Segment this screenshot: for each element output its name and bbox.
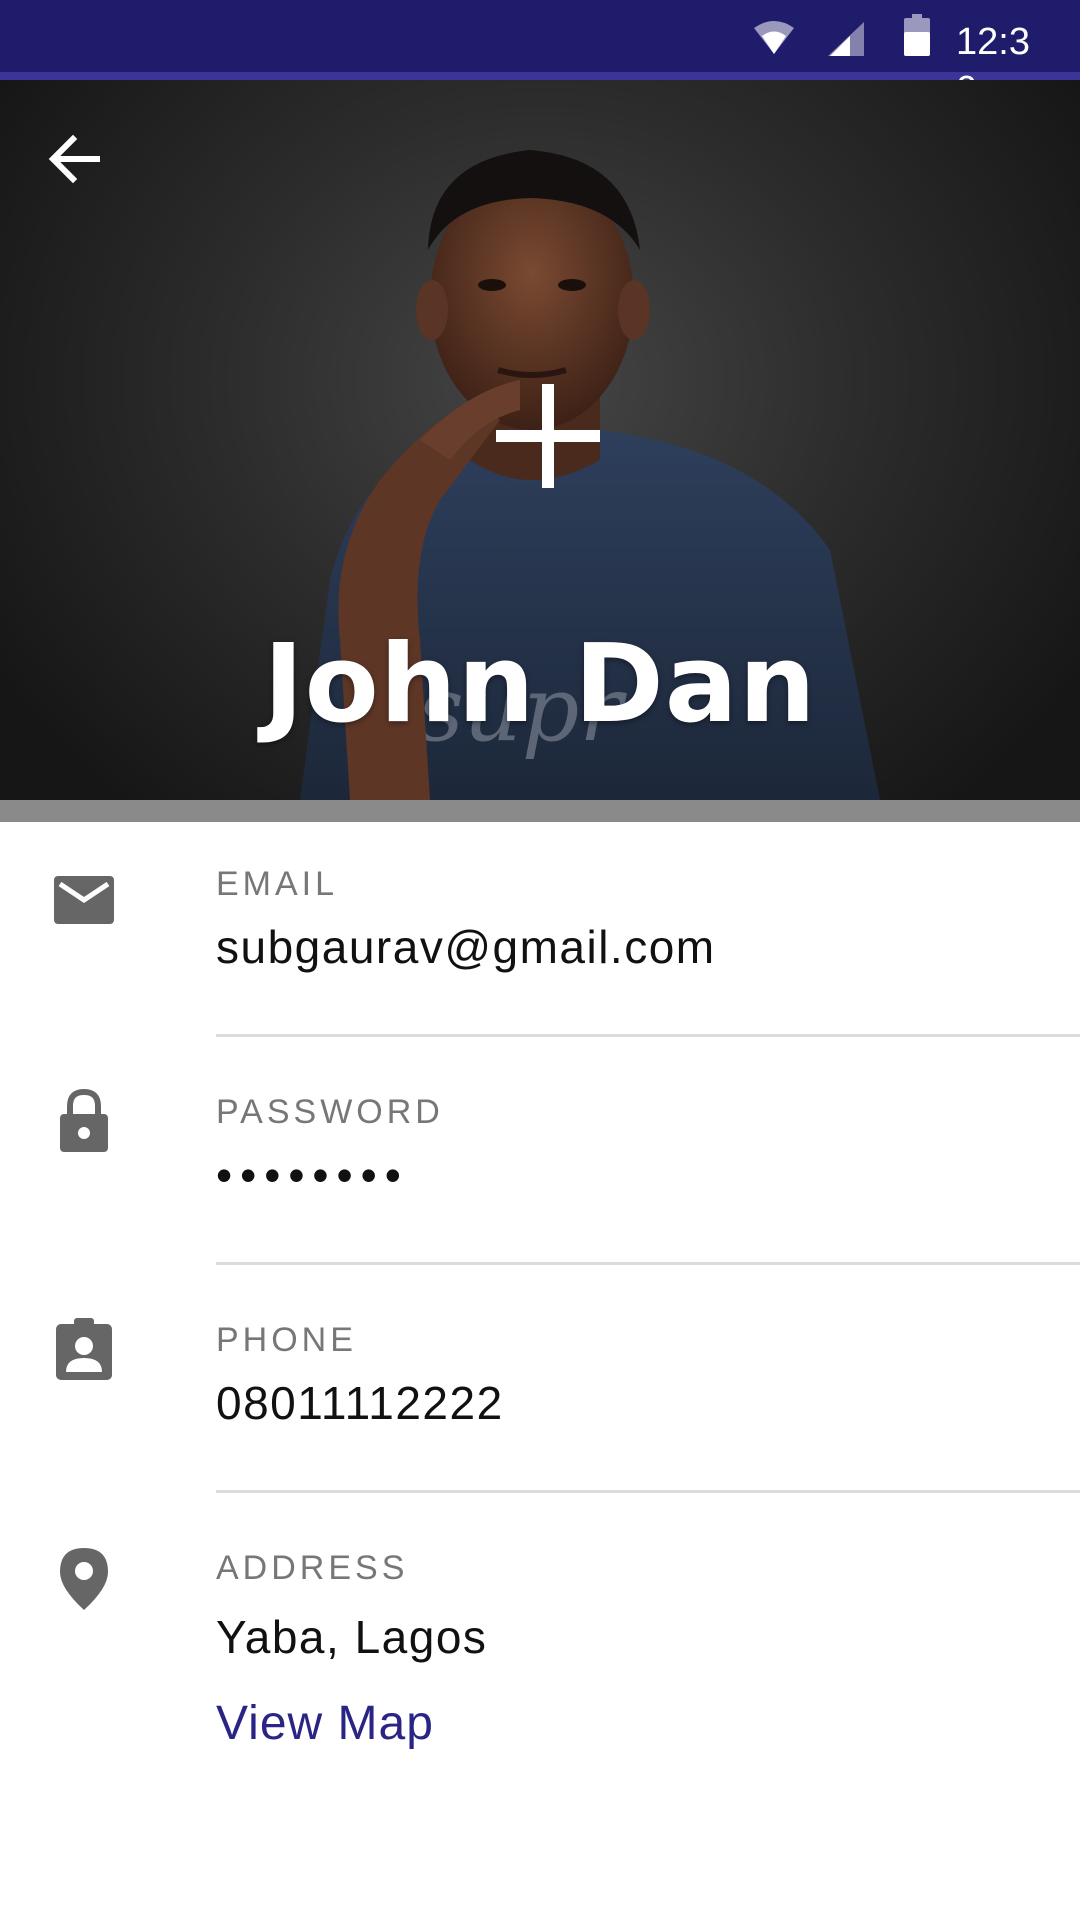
address-label: ADDRESS (216, 1549, 409, 1587)
password-label: PASSWORD (216, 1093, 444, 1131)
location-pin-icon (60, 1548, 108, 1610)
view-map-link[interactable]: View Map (216, 1694, 434, 1754)
profile-screen: 12:30 supr (0, 0, 1080, 1920)
address-field[interactable]: ADDRESS Yaba, Lagos View Map (0, 1506, 1080, 1806)
address-value: Yaba, Lagos (216, 1611, 488, 1663)
arrow-left-icon (48, 134, 100, 184)
divider (216, 1490, 1080, 1493)
header-divider (0, 800, 1080, 822)
divider (216, 1262, 1080, 1265)
profile-header: supr John Dan (0, 80, 1080, 800)
email-label: EMAIL (216, 865, 339, 903)
profile-name: John Dan (263, 622, 817, 747)
password-value: •••••••• (216, 1149, 409, 1201)
divider (216, 1034, 1080, 1037)
mail-icon (54, 876, 114, 924)
plus-icon (496, 384, 600, 488)
back-button[interactable] (40, 124, 110, 194)
phone-label: PHONE (216, 1321, 357, 1359)
phone-value: 08011112222 (216, 1377, 504, 1429)
email-field[interactable]: EMAIL subgaurav@gmail.com (0, 822, 1080, 1038)
battery-icon (904, 14, 930, 56)
wifi-icon (754, 21, 794, 54)
add-photo-button[interactable] (492, 380, 604, 492)
signal-icon (828, 22, 864, 56)
status-bar: 12:30 (0, 0, 1080, 111)
phone-field[interactable]: PHONE 08011112222 (0, 1278, 1080, 1494)
email-value: subgaurav@gmail.com (216, 921, 716, 973)
contact-badge-icon (56, 1318, 112, 1380)
password-field[interactable]: PASSWORD •••••••• (0, 1050, 1080, 1266)
lock-icon (60, 1088, 108, 1152)
